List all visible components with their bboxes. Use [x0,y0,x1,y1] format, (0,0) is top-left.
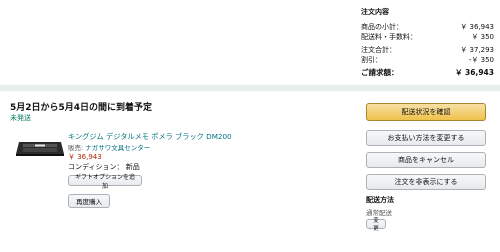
summary-label: 割引： [361,55,382,64]
summary-label: 配送料・手数料： [361,32,417,41]
summary-label: 注文合計： [361,46,396,54]
change-shipping-button[interactable]: 変更 [366,218,386,232]
buy-again-button[interactable]: 再度購入 [68,194,110,208]
seller-link[interactable]: ナガサワ文具センター [85,144,150,152]
cancel-item-button[interactable]: 商品をキャンセル [366,152,486,168]
summary-value: ￥ 350 [471,32,494,41]
shipment-status: 未発送 [10,114,31,122]
change-payment-button[interactable]: お支払い方法を変更する [366,130,486,146]
summary-value: -￥ 350 [468,55,494,64]
hide-order-button[interactable]: 注文を非表示にする [366,174,486,190]
order-summary-card: 注文内容 商品の小計： ￥ 36,943 配送料・手数料： ￥ 350 注文合計… [0,0,500,85]
delivery-date-heading: 5月2日から5月4日の間に到着予定 [10,103,153,113]
shipping-method-title: 配送方法 [366,196,394,204]
shipping-method-value: 通常配送 [366,209,392,217]
summary-row-discount: 割引： -￥ 350 [361,56,494,66]
summary-value: ￥ 36,943 [460,23,494,31]
summary-row-shipping: 配送料・手数料： ￥ 350 [361,33,494,43]
order-summary-title: 注文内容 [361,8,389,16]
product-thumbnail[interactable] [15,140,65,158]
summary-row-subtotal: 商品の小計： ￥ 36,943 [361,23,494,33]
summary-value: ￥ 37,293 [460,46,494,54]
grand-total-value: ￥ 36,943 [454,68,494,77]
track-package-button[interactable]: 配送状況を確認 [366,103,486,121]
seller-info: 販売: ナガサワ文具センター [68,142,150,152]
seller-prefix: 販売: [68,144,86,152]
product-condition: コンディション： 新品 [68,163,140,171]
summary-row-grand-total: ご請求額： ￥ 36,943 [361,68,494,78]
summary-row-order-total: 注文合計： ￥ 37,293 [361,46,494,56]
add-gift-option-button[interactable]: ギフトオプションを追加 [68,174,142,190]
grand-total-label: ご請求額： [361,68,399,77]
order-summary: 注文内容 商品の小計： ￥ 36,943 配送料・手数料： ￥ 350 注文合計… [361,0,494,78]
product-price: ￥ 36,943 [68,153,102,161]
summary-label: 商品の小計： [361,23,403,31]
product-title-link[interactable]: キングジム デジタルメモ ポメラ ブラック DM200 [68,132,232,142]
